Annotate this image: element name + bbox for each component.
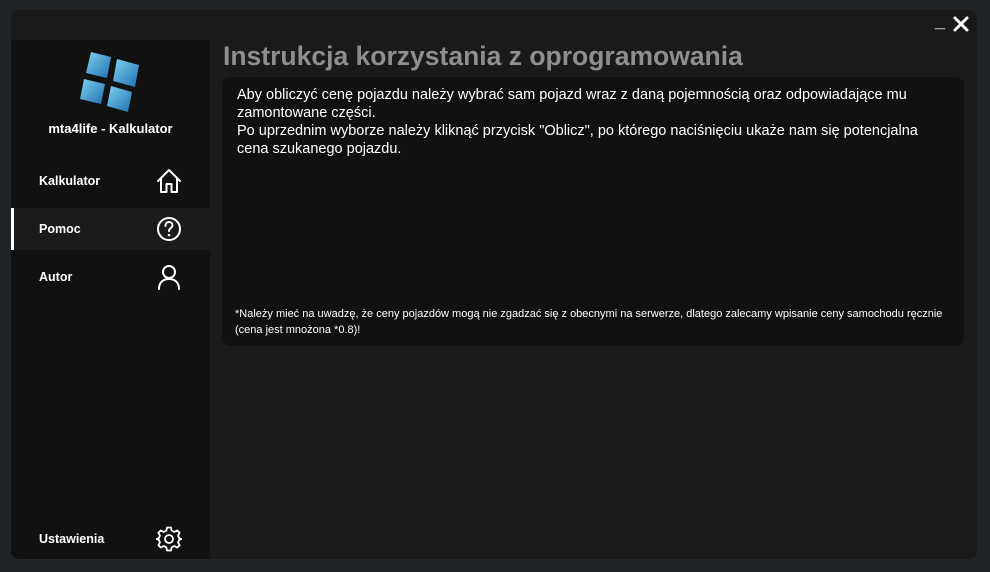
gear-icon [156,526,182,552]
sidebar-item-autor[interactable]: Autor [11,256,210,298]
sidebar-item-label: Pomoc [39,222,81,236]
price-note: *Należy mieć na uwadzę, że ceny pojazdów… [235,308,943,336]
title-bar[interactable]: _ [11,10,977,40]
windows-tiles-logo [77,46,147,116]
sidebar-item-label: Autor [39,270,73,284]
sidebar-item-pomoc[interactable]: Pomoc [11,208,210,250]
sidebar: mta4life - Kalkulator Kalkulator Pomoc A… [11,40,210,559]
close-icon [953,16,969,32]
sidebar-item-kalkulator[interactable]: Kalkulator [11,160,210,202]
minimize-button[interactable]: _ [935,12,945,30]
main-content: Instrukcja korzystania z oprogramowania … [210,40,977,559]
sidebar-item-label: Ustawienia [39,532,105,546]
instruction-paragraph-2: Po uprzednim wyborze należy kliknąć przy… [237,123,918,157]
help-circle-icon [157,217,181,241]
home-icon [157,169,181,193]
instruction-paragraph-1: Aby obliczyć cenę pojazdu należy wybrać … [237,87,907,121]
instructions-card: Aby obliczyć cenę pojazdu należy wybrać … [222,77,964,346]
app-title: mta4life - Kalkulator [48,121,173,136]
close-button[interactable] [951,14,971,34]
sidebar-item-ustawienia[interactable]: Ustawienia [11,518,210,559]
app-window: _ mta4life - Kalkulator Kalkulator Pomoc… [11,10,977,559]
page-title: Instrukcja korzystania z oprogramowania [223,41,743,71]
sidebar-item-label: Kalkulator [39,174,101,188]
user-icon [158,265,180,290]
